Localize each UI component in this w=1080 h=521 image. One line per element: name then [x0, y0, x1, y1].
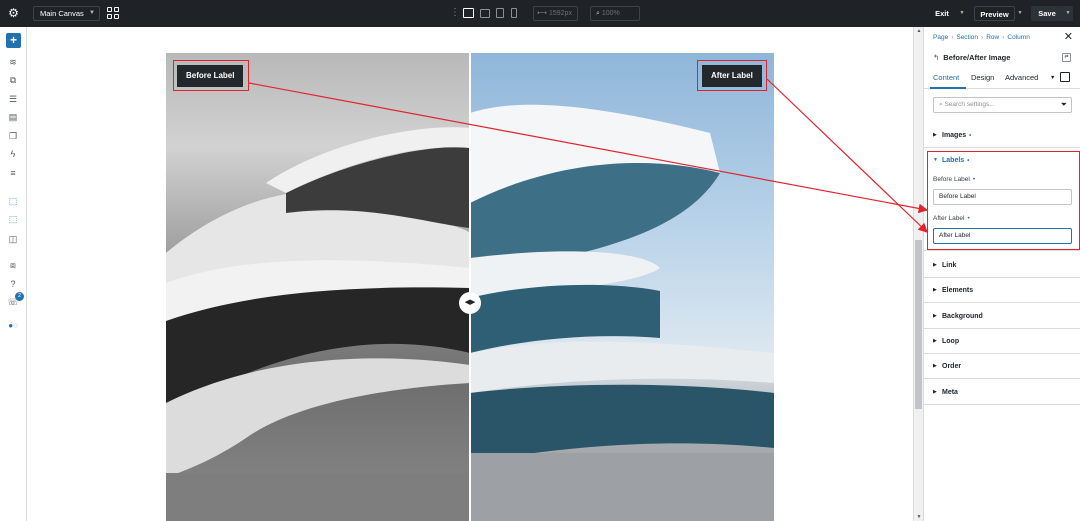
after-building-illustration	[470, 104, 774, 521]
breadcrumb-separator-icon: ›	[1002, 34, 1005, 41]
slider-handle-icon[interactable]: ◀▶	[459, 292, 481, 314]
section-order-title: Order	[942, 363, 962, 370]
database-icon[interactable]: ☰	[7, 93, 19, 105]
layers-icon[interactable]: ≋	[7, 56, 19, 68]
more-vertical-icon[interactable]: ⋮	[450, 7, 460, 19]
section-background[interactable]: ▶ Background	[924, 304, 1080, 329]
caret-right-icon: ▶	[933, 287, 937, 293]
preset-square-icon[interactable]	[1060, 72, 1070, 82]
section-link[interactable]: ▶ Link	[924, 253, 1080, 278]
caret-right-icon: ▶	[933, 132, 937, 138]
modified-dot-icon: •	[969, 133, 972, 139]
tab-advanced[interactable]: Advanced	[1005, 73, 1038, 83]
canvas-select-value: Main Canvas	[40, 9, 84, 18]
section-background-title: Background	[942, 313, 983, 320]
tab-content[interactable]: Content	[933, 73, 959, 83]
canvas-scrollbar[interactable]: ▲ ▼	[913, 27, 923, 521]
section-elements[interactable]: ▶ Elements	[924, 278, 1080, 303]
tabs-dropdown-arrow-icon[interactable]: ▼	[1050, 73, 1055, 83]
search-settings-input[interactable]: ⌕ Search settings... ⏷	[933, 97, 1072, 113]
caret-right-icon: ▶	[933, 338, 937, 344]
before-image	[166, 53, 470, 521]
add-element-button[interactable]: +	[6, 33, 21, 48]
panel-tabs: Content Design Advanced ▼	[924, 67, 1080, 89]
after-label-highlight	[697, 60, 767, 91]
settings-panel: Page › Section › Row › Column ✕ ↰ Before/After …	[923, 27, 1080, 521]
breadcrumb-page[interactable]: Page	[933, 34, 948, 41]
before-building-illustration	[166, 127, 470, 521]
portability-icon[interactable]: ⧈	[7, 259, 19, 271]
after-image	[470, 53, 774, 521]
responsive-icon[interactable]: ◫	[7, 233, 19, 245]
section-loop-title: Loop	[942, 338, 960, 345]
help-icon[interactable]: ?	[7, 278, 19, 290]
exit-button[interactable]: Exit	[927, 6, 957, 21]
module-title-text: Before/After Image	[943, 53, 1011, 62]
canvas-select[interactable]: Main Canvas ▼	[33, 6, 100, 21]
scrollbar-thumb[interactable]	[915, 240, 922, 409]
caret-right-icon: ▶	[933, 363, 937, 369]
section-order[interactable]: ▶ Order	[924, 354, 1080, 379]
library-icon[interactable]: ⧉	[7, 74, 19, 86]
tablet-landscape-view-icon[interactable]	[480, 9, 490, 18]
zoom-value: 100%	[601, 10, 620, 17]
back-arrow-icon[interactable]: ↰	[933, 53, 939, 62]
preview-button[interactable]: Preview	[974, 6, 1015, 21]
settings-gear-icon[interactable]: ⚙	[6, 6, 21, 21]
phone-view-icon[interactable]	[511, 8, 517, 18]
page-settings-icon[interactable]: ▤	[7, 111, 19, 123]
tab-design[interactable]: Design	[971, 73, 994, 83]
close-icon[interactable]: ✕	[1064, 32, 1073, 43]
select-tool-icon[interactable]: ⬚	[7, 195, 19, 207]
section-link-title: Link	[942, 262, 957, 269]
breadcrumb: Page › Section › Row › Column	[933, 34, 1030, 41]
save-button[interactable]: Save	[1031, 6, 1063, 21]
filter-icon[interactable]: ⏷	[1061, 98, 1067, 112]
breadcrumb-separator-icon: ›	[951, 34, 954, 41]
caret-right-icon: ▶	[933, 389, 937, 395]
caret-right-icon: ▶	[933, 262, 937, 268]
left-sidebar: + ≋ ⧉ ☰ ▤ ❐ ϟ ≡ ⬚ ⬚ ◫ ⧈ ? ☏ 2 ●◌	[0, 27, 27, 521]
notification-count-badge: 2	[15, 292, 24, 301]
breadcrumb-section[interactable]: Section	[956, 34, 978, 41]
width-icon: ⟷	[537, 10, 549, 17]
before-after-image[interactable]: ◀▶ Before Label After Label	[166, 53, 774, 521]
canvas-width-field[interactable]: ⟷ 1592px	[533, 6, 578, 21]
save-dropdown-arrow-icon[interactable]: ▼	[1063, 6, 1073, 21]
module-title: ↰ Before/After Image	[933, 53, 1010, 62]
sliders-icon[interactable]: ≡	[7, 167, 19, 179]
canvas-width-value: 1592px	[548, 10, 572, 17]
slider-divider[interactable]	[469, 53, 471, 521]
section-images-title: Images	[942, 132, 967, 139]
labels-section-highlight	[927, 151, 1080, 250]
edit-tool-icon[interactable]: ⬚	[7, 213, 19, 225]
zoom-field[interactable]: ⌕ 100%	[590, 6, 640, 21]
swap-icon[interactable]: ⇄	[1062, 53, 1071, 62]
toggle-icon[interactable]: ●◌	[7, 320, 19, 332]
section-meta-title: Meta	[942, 389, 958, 396]
caret-right-icon: ▶	[933, 313, 937, 319]
section-elements-title: Elements	[942, 287, 974, 294]
section-images[interactable]: ▶ Images •	[924, 123, 1080, 148]
active-tab-indicator	[930, 87, 966, 89]
chevron-down-icon: ▼	[89, 10, 95, 16]
desktop-view-icon[interactable]	[463, 8, 474, 18]
top-toolbar: ⚙ Main Canvas ▼ ⋮ ⟷ 1592px ⌕ 100% Exit ▼…	[0, 0, 1080, 27]
builder-canvas[interactable]: ◀▶ Before Label After Label	[27, 27, 913, 521]
ai-bolt-icon[interactable]: ϟ	[7, 148, 19, 160]
search-placeholder: Search settings...	[944, 101, 995, 108]
copy-icon[interactable]: ❐	[7, 130, 19, 142]
breadcrumb-row[interactable]: Row	[986, 34, 999, 41]
breadcrumb-separator-icon: ›	[981, 34, 984, 41]
section-loop[interactable]: ▶ Loop	[924, 329, 1080, 354]
tablet-portrait-view-icon[interactable]	[496, 8, 504, 18]
preview-dropdown-arrow-icon[interactable]: ▼	[1015, 6, 1025, 21]
breadcrumb-column[interactable]: Column	[1007, 34, 1029, 41]
section-meta[interactable]: ▶ Meta	[924, 380, 1080, 405]
exit-dropdown-arrow-icon[interactable]: ▼	[957, 6, 967, 21]
layout-grid-icon[interactable]	[107, 7, 119, 19]
before-label-highlight	[173, 60, 249, 91]
